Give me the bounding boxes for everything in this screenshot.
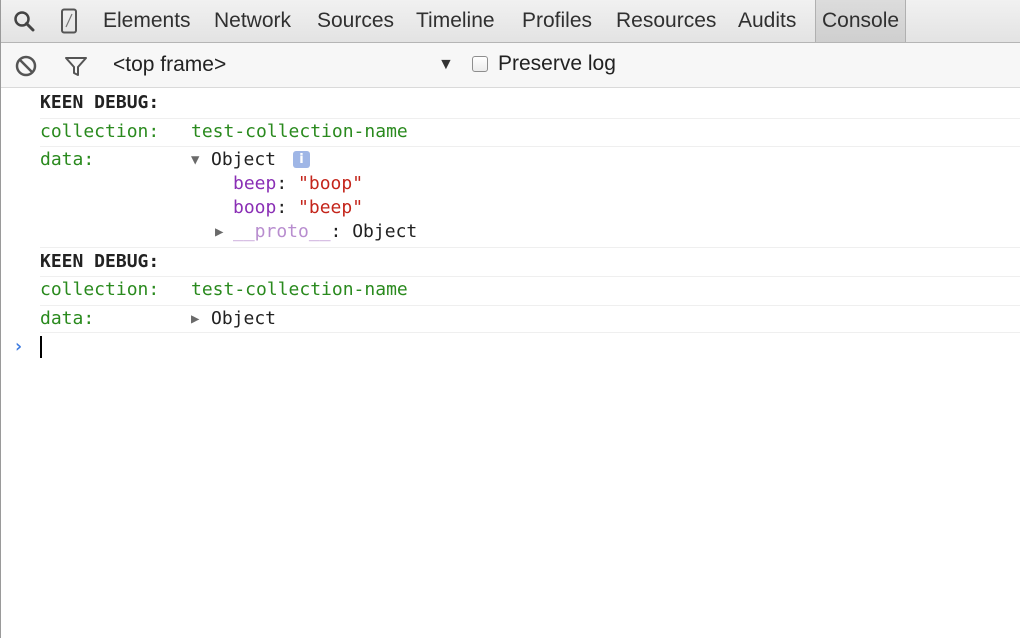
property-key: boop — [233, 197, 277, 218]
collection-key: collection: — [40, 279, 160, 300]
console-message-header: KEEN DEBUG: — [40, 88, 1020, 119]
log-header: KEEN DEBUG: — [40, 92, 160, 113]
collection-key: collection: — [40, 121, 160, 142]
tab-network[interactable]: Network — [214, 0, 291, 42]
collection-value: test-collection-name — [191, 121, 408, 142]
tab-elements[interactable]: Elements — [103, 0, 191, 42]
devtools-window: Elements Network Sources Timeline Profil… — [0, 0, 1020, 638]
property-value: "boop" — [298, 173, 364, 194]
data-key: data: — [40, 308, 95, 329]
frame-selector[interactable]: <top frame> — [113, 52, 226, 78]
device-mode-icon[interactable] — [56, 8, 82, 34]
property-value: "beep" — [298, 197, 364, 218]
object-property: beep: "boop" — [233, 173, 364, 194]
tab-sources[interactable]: Sources — [317, 0, 394, 42]
search-icon[interactable] — [11, 8, 37, 34]
console-message-line: data: ▶ Object — [40, 306, 1020, 333]
tab-profiles[interactable]: Profiles — [522, 0, 592, 42]
console-toolbar: <top frame> ▼ Preserve log — [1, 43, 1020, 88]
info-icon[interactable]: i — [293, 151, 310, 168]
console-output[interactable]: KEEN DEBUG: collection: test-collection-… — [1, 88, 1020, 638]
object-property: boop: "beep" — [233, 197, 364, 218]
log-header: KEEN DEBUG: — [40, 251, 160, 272]
console-prompt-icon: › — [13, 336, 24, 357]
expand-triangle-icon[interactable]: ▼ — [191, 152, 199, 168]
dropdown-arrow-icon[interactable]: ▼ — [438, 56, 454, 74]
property-key: beep — [233, 173, 277, 194]
filter-icon[interactable] — [63, 53, 89, 79]
clear-console-icon[interactable] — [13, 53, 39, 79]
collapse-triangle-icon[interactable]: ▶ — [191, 311, 199, 327]
tab-timeline[interactable]: Timeline — [416, 0, 495, 42]
data-key: data: — [40, 149, 95, 170]
console-message-line: data: ▼ Object i beep: "boop" boop: "bee… — [40, 147, 1020, 248]
console-message-line: collection: test-collection-name — [40, 119, 1020, 147]
proto-key: __proto__ — [233, 221, 331, 242]
collapse-triangle-icon[interactable]: ▶ — [215, 224, 223, 240]
devtools-tab-bar: Elements Network Sources Timeline Profil… — [1, 0, 1020, 43]
tab-resources[interactable]: Resources — [616, 0, 716, 42]
console-message-header: KEEN DEBUG: — [40, 248, 1020, 277]
preserve-log-checkbox[interactable] — [472, 56, 488, 72]
console-input-caret[interactable] — [40, 336, 42, 358]
proto-property[interactable]: __proto__: Object — [233, 221, 417, 242]
proto-value: : Object — [330, 221, 418, 242]
object-label[interactable]: Object — [211, 149, 276, 170]
preserve-log-label[interactable]: Preserve log — [498, 51, 616, 77]
collection-value: test-collection-name — [191, 279, 408, 300]
tab-audits[interactable]: Audits — [738, 0, 796, 42]
object-label[interactable]: Object — [211, 308, 276, 329]
tab-console[interactable]: Console — [815, 0, 907, 42]
console-message-line: collection: test-collection-name — [40, 277, 1020, 306]
